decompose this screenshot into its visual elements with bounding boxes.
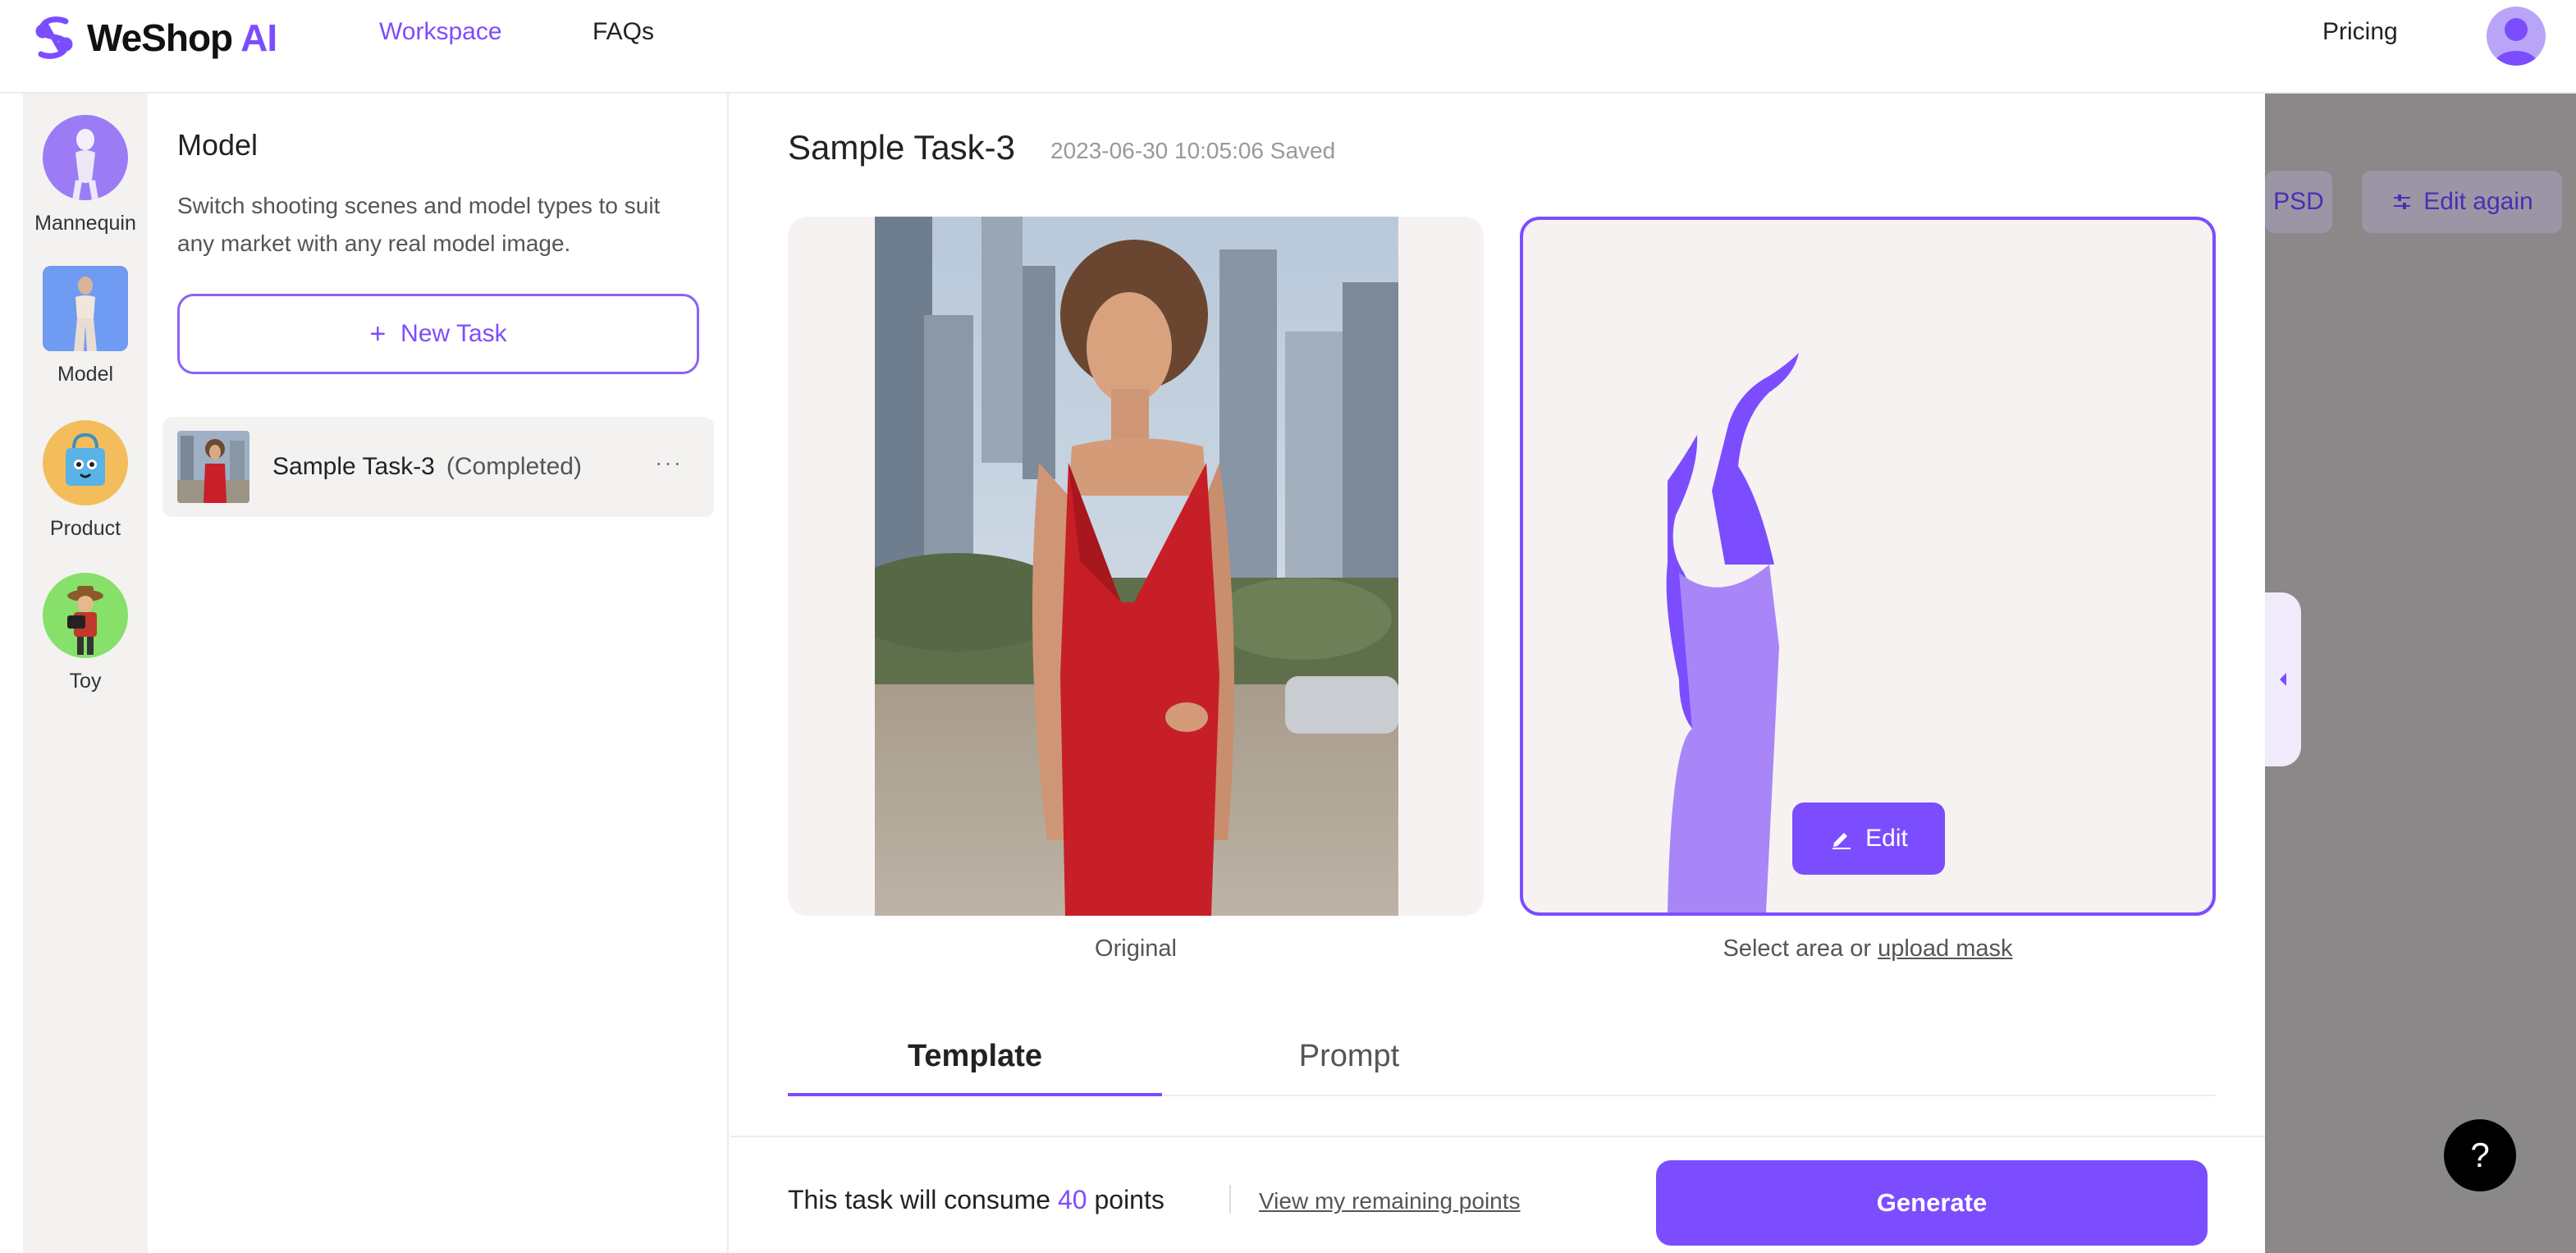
model-icon: [43, 266, 128, 351]
nav-pricing[interactable]: Pricing: [2322, 18, 2398, 46]
weshop-logo-icon: [35, 16, 73, 59]
category-label: Toy: [69, 670, 102, 693]
task-title: Sample Task-3: [788, 128, 1016, 167]
nav-workspace[interactable]: Workspace: [379, 18, 502, 46]
results-panel-overlay: PSD Edit again: [2265, 94, 2576, 1253]
original-photo: [875, 217, 1398, 916]
mask-caption: Select area or upload mask: [1723, 935, 2013, 962]
edit-again-button[interactable]: Edit again: [2362, 171, 2562, 233]
mode-tabs: Template Prompt: [788, 1029, 2216, 1096]
user-avatar[interactable]: [2487, 7, 2546, 66]
toy-icon: [43, 573, 128, 658]
tab-prompt[interactable]: Prompt: [1162, 1039, 1536, 1074]
edit-label: Edit: [1865, 825, 1908, 852]
task-status: (Completed): [446, 453, 582, 480]
category-toy[interactable]: Toy: [23, 573, 148, 693]
category-product[interactable]: Product: [23, 420, 148, 541]
points-cost-text: This task will consume 40 points: [788, 1185, 1164, 1214]
category-label: Mannequin: [34, 212, 136, 235]
plus-icon: +: [369, 318, 387, 350]
saved-timestamp: 2023-06-30 10:05:06 Saved: [1050, 138, 1336, 163]
divider: [1229, 1185, 1231, 1213]
category-label: Model: [57, 363, 114, 386]
category-mannequin[interactable]: Mannequin: [23, 115, 148, 236]
category-label: Product: [49, 517, 121, 540]
edit-mask-button[interactable]: Edit: [1792, 803, 1945, 875]
mannequin-icon: [43, 115, 128, 200]
top-navbar: WeShop AI Workspace FAQs Pricing: [0, 0, 2576, 94]
task-panel: Model Switch shooting scenes and model t…: [148, 94, 729, 1253]
points-count: 40: [1057, 1185, 1087, 1214]
category-model[interactable]: Model: [23, 266, 148, 386]
panel-collapse-toggle[interactable]: [2265, 592, 2301, 766]
main-workspace: Sample Task-3 2023-06-30 10:05:06 Saved: [730, 94, 2265, 1253]
psd-button[interactable]: PSD: [2265, 171, 2332, 233]
task-thumbnail: [177, 431, 249, 503]
brand-logo[interactable]: WeShop AI: [30, 10, 277, 66]
active-tab-indicator: [788, 1093, 1162, 1096]
sliders-icon: [2394, 194, 2411, 209]
generate-button[interactable]: Generate: [1656, 1160, 2208, 1246]
upload-mask-link[interactable]: upload mask: [1878, 935, 2012, 962]
category-rail: Mannequin Model Product Toy: [23, 94, 148, 1253]
original-caption: Original: [1095, 935, 1177, 962]
help-button[interactable]: ?: [2444, 1119, 2516, 1191]
new-task-label: New Task: [400, 320, 507, 347]
edit-again-label: Edit again: [2423, 188, 2533, 215]
generate-footer: This task will consume 40 points View my…: [730, 1136, 2265, 1253]
user-avatar-icon: [2493, 18, 2539, 66]
more-options-icon[interactable]: ···: [655, 450, 683, 476]
original-image-card: [788, 217, 1484, 916]
caret-left-icon: [2280, 673, 2286, 686]
pencil-icon: [1832, 833, 1851, 849]
new-task-button[interactable]: + New Task: [177, 294, 699, 374]
tab-template[interactable]: Template: [788, 1039, 1162, 1074]
nav-faqs[interactable]: FAQs: [593, 18, 654, 46]
mask-image-card[interactable]: Edit: [1520, 217, 2216, 916]
panel-title: Model: [177, 128, 259, 162]
brand-name: WeShop AI: [87, 16, 277, 59]
product-icon: [43, 420, 128, 505]
task-list-item[interactable]: Sample Task-3 (Completed) ···: [162, 417, 714, 517]
panel-description: Switch shooting scenes and model types t…: [177, 193, 661, 256]
task-name: Sample Task-3: [272, 453, 435, 480]
remaining-points-link[interactable]: View my remaining points: [1259, 1188, 1521, 1214]
